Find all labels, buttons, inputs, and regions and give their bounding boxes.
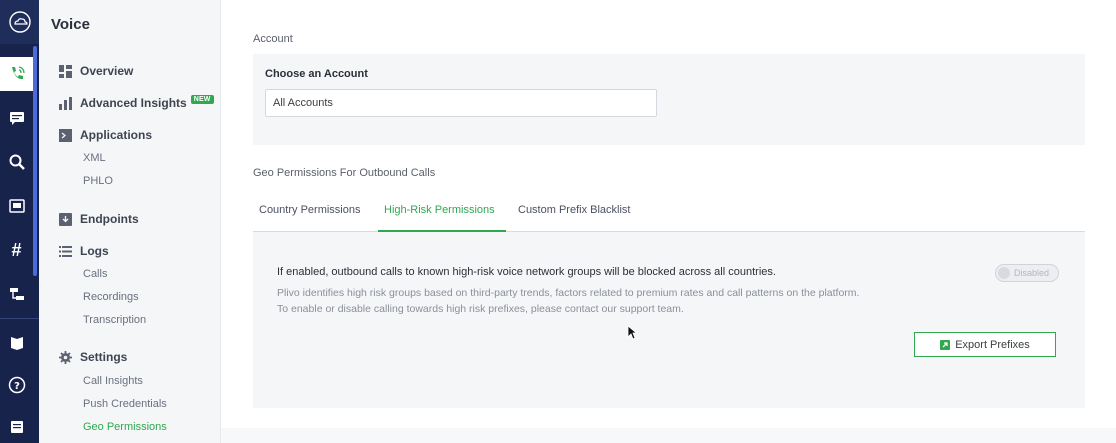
sidebar-item-calls[interactable]: Calls <box>83 268 107 280</box>
high-risk-headline: If enabled, outbound calls to known high… <box>277 266 776 278</box>
sidebar-item-label: Logs <box>80 244 109 258</box>
tab-country-permissions[interactable]: Country Permissions <box>259 196 360 232</box>
inbox-icon[interactable] <box>0 410 33 443</box>
message-icon[interactable] <box>0 101 33 135</box>
hash-icon[interactable]: # <box>0 233 33 267</box>
account-section-label: Account <box>253 33 293 45</box>
sidebar-item-phlo[interactable]: PHLO <box>83 175 113 187</box>
sms-icon[interactable] <box>0 189 33 223</box>
export-prefixes-button[interactable]: Export Prefixes <box>914 332 1056 357</box>
account-select[interactable]: All Accounts <box>265 89 657 117</box>
tab-high-risk-permissions[interactable]: High-Risk Permissions <box>378 196 506 232</box>
sidebar-item-label: Advanced Insights <box>80 96 187 110</box>
bar-chart-icon <box>58 96 72 110</box>
sidebar-item-overview[interactable]: Overview <box>58 64 133 78</box>
toggle-label: Disabled <box>1014 268 1050 278</box>
export-icon <box>940 339 951 350</box>
sidebar-item-call-insights[interactable]: Call Insights <box>83 375 143 387</box>
sidebar-item-label: Overview <box>80 64 134 78</box>
sidebar-item-transcription[interactable]: Transcription <box>83 314 146 326</box>
help-icon[interactable]: ? <box>0 368 33 402</box>
sidebar-item-applications[interactable]: Applications <box>58 128 152 142</box>
list-icon <box>58 244 72 258</box>
sidebar-item-endpoints[interactable]: Endpoints <box>58 212 139 226</box>
account-panel: Choose an Account All Accounts <box>253 54 1085 145</box>
search-icon[interactable] <box>0 145 33 179</box>
toggle-knob <box>998 267 1010 279</box>
high-risk-panel: If enabled, outbound calls to known high… <box>253 232 1085 408</box>
tab-custom-prefix-blacklist[interactable]: Custom Prefix Blacklist <box>518 196 630 232</box>
icon-rail: # ? <box>0 0 39 443</box>
phone-icon[interactable] <box>0 57 33 91</box>
sidebar-item-label: Settings <box>80 350 128 364</box>
new-badge: NEW <box>190 94 214 104</box>
flow-icon[interactable] <box>0 277 33 311</box>
sidebar-item-label: Applications <box>80 128 153 142</box>
terminal-icon <box>58 128 72 142</box>
main-content: Account Choose an Account All Accounts G… <box>221 0 1116 443</box>
sidebar-item-geo-permissions[interactable]: Geo Permissions <box>83 421 167 433</box>
export-prefixes-label: Export Prefixes <box>955 338 1030 351</box>
rail-scrollbar[interactable] <box>33 46 37 276</box>
dashboard-icon <box>58 64 72 78</box>
sidebar-item-xml[interactable]: XML <box>83 152 106 164</box>
mouse-cursor-icon <box>627 325 638 345</box>
book-icon[interactable] <box>0 326 33 360</box>
logo-cloud-icon[interactable] <box>0 0 39 44</box>
sidebar-item-recordings[interactable]: Recordings <box>83 291 139 303</box>
high-risk-contact-note: To enable or disable calling towards hig… <box>277 303 684 315</box>
sidebar-item-advanced-insights[interactable]: Advanced Insights NEW <box>58 94 214 110</box>
sidebar-item-logs[interactable]: Logs <box>58 244 109 258</box>
sidebar-item-settings[interactable]: Settings <box>58 350 127 364</box>
choose-account-label: Choose an Account <box>265 68 368 80</box>
rail-divider <box>0 318 39 319</box>
svg-text:?: ? <box>14 381 20 392</box>
sidebar-item-push-credentials[interactable]: Push Credentials <box>83 398 167 410</box>
bottom-strip <box>221 428 1116 443</box>
sidebar-title: Voice <box>51 16 90 33</box>
high-risk-toggle[interactable]: Disabled <box>995 264 1059 282</box>
sidebar-item-label: Endpoints <box>80 212 139 226</box>
endpoint-icon <box>58 212 72 226</box>
gear-icon <box>58 350 72 364</box>
voice-sidebar: Voice Overview Advanced Insights NEW App… <box>39 0 221 443</box>
geo-permissions-label: Geo Permissions For Outbound Calls <box>253 167 436 179</box>
permission-tabs: Country Permissions High-Risk Permission… <box>253 196 1085 232</box>
high-risk-description: Plivo identifies high risk groups based … <box>277 287 860 299</box>
